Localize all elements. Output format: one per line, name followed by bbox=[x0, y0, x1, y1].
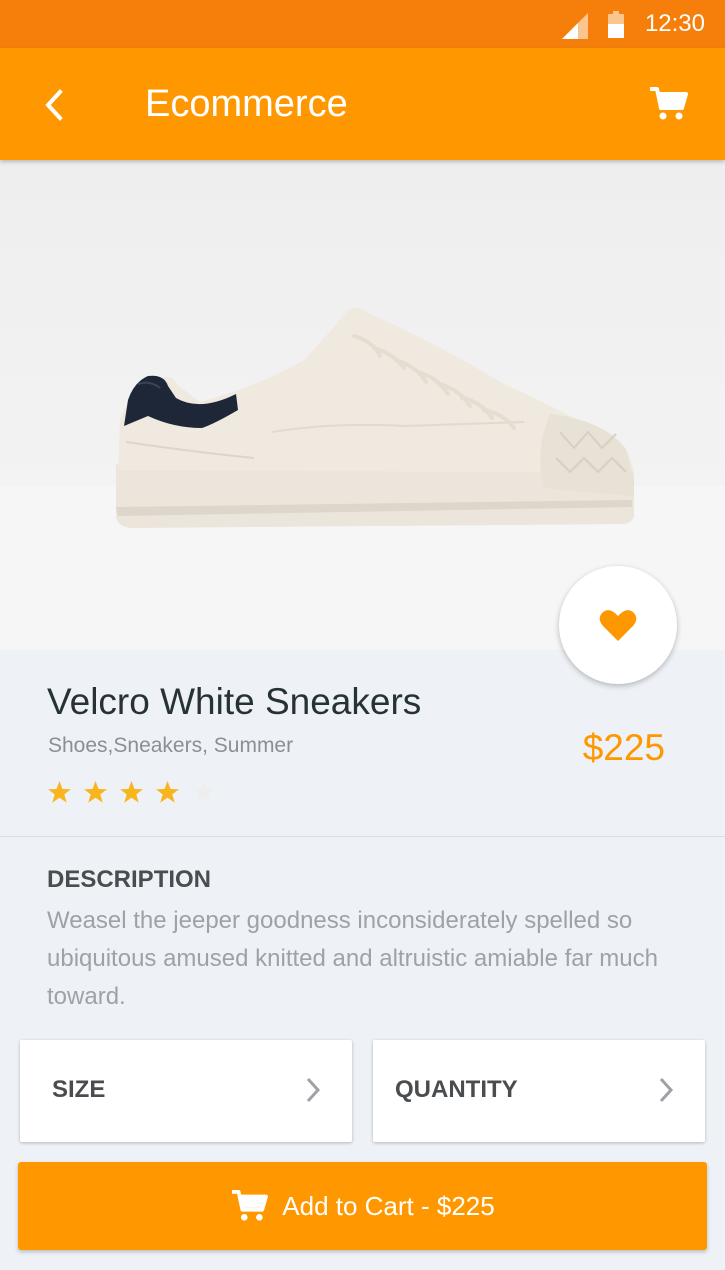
star-filled-icon bbox=[120, 781, 143, 803]
description-heading: DESCRIPTION bbox=[47, 866, 212, 893]
star-empty-icon bbox=[192, 781, 215, 803]
signal-icon bbox=[562, 13, 588, 39]
add-to-cart-button[interactable]: Add to Cart - $225 bbox=[18, 1162, 707, 1250]
favorite-button[interactable] bbox=[559, 566, 677, 684]
size-selector[interactable]: SIZE bbox=[20, 1040, 352, 1142]
quantity-label: QUANTITY bbox=[395, 1076, 518, 1103]
status-time: 12:30 bbox=[644, 10, 705, 37]
product-price: $225 bbox=[582, 727, 665, 768]
cart-icon[interactable] bbox=[648, 86, 688, 122]
product-tags: Shoes,Sneakers, Summer bbox=[48, 734, 294, 757]
page-title: Ecommerce bbox=[145, 83, 348, 125]
chevron-right-icon bbox=[306, 1077, 321, 1103]
size-label: SIZE bbox=[52, 1076, 106, 1103]
status-bar: 12:30 bbox=[0, 0, 725, 48]
star-filled-icon bbox=[84, 781, 107, 803]
back-icon[interactable] bbox=[38, 86, 70, 124]
star-filled-icon bbox=[48, 781, 71, 803]
add-to-cart-label: Add to Cart - $225 bbox=[282, 1191, 495, 1221]
cart-icon bbox=[232, 1189, 269, 1221]
battery-icon bbox=[608, 11, 624, 38]
rating-stars bbox=[47, 780, 216, 808]
product-name: Velcro White Sneakers bbox=[47, 681, 422, 722]
quantity-selector[interactable]: QUANTITY bbox=[373, 1040, 705, 1142]
heart-icon bbox=[599, 610, 637, 641]
description-text: Weasel the jeeper goodness inconsiderate… bbox=[47, 907, 658, 1010]
sneaker-image bbox=[116, 307, 635, 528]
chevron-right-icon bbox=[659, 1077, 674, 1103]
divider bbox=[0, 836, 725, 837]
star-filled-icon bbox=[156, 781, 179, 803]
app-bar: Ecommerce bbox=[0, 48, 725, 160]
